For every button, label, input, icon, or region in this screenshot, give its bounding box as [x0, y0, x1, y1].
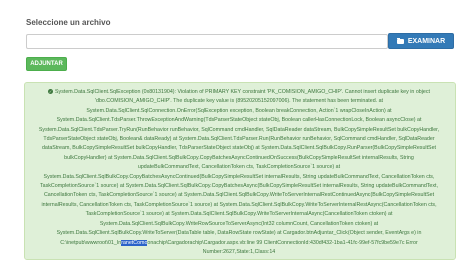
- upload-button[interactable]: ADJUNTAR: [26, 57, 67, 71]
- error-text-selection: ranetComo: [121, 239, 148, 246]
- browse-button-label: EXAMINAR: [407, 37, 446, 45]
- file-label: Seleccione un archivo: [26, 18, 111, 27]
- browse-button[interactable]: EXAMINAR: [388, 33, 454, 49]
- error-message: ✓ System.Data.SqlClient.SqlException (0x8…: [33, 88, 445, 257]
- check-circle-icon: ✓: [48, 89, 54, 95]
- folder-icon: [396, 37, 404, 44]
- error-alert: ✓ System.Data.SqlClient.SqlException (0x8…: [24, 82, 456, 260]
- error-text-after: onachip\Cargadorachip\Cargador.aspx.vb:l…: [147, 239, 418, 255]
- error-text-before: System.Data.SqlClient.SqlException (0x80…: [38, 89, 440, 246]
- file-path-input[interactable]: [26, 34, 388, 49]
